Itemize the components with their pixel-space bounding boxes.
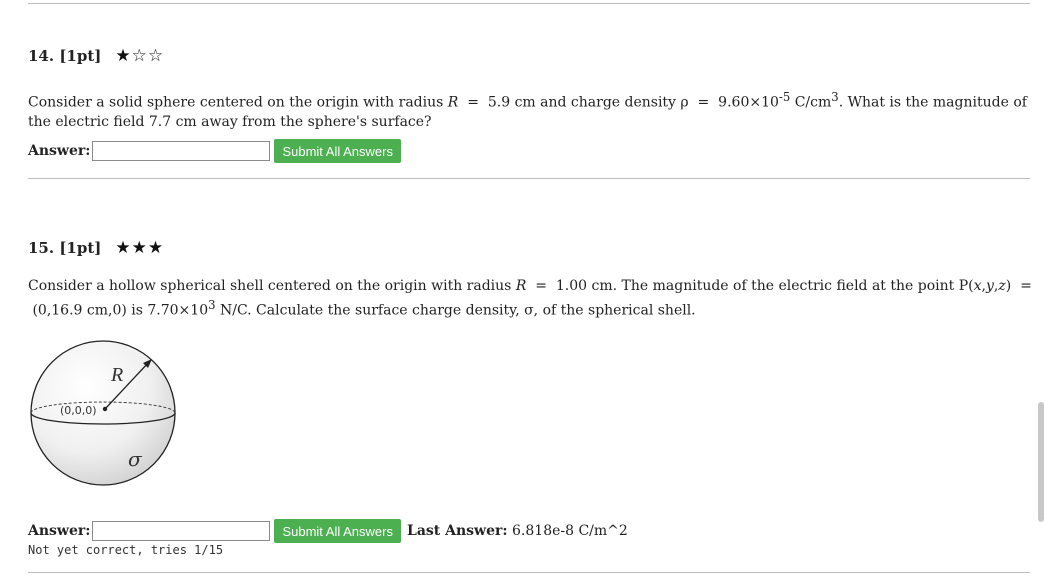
question-15-text: Consider a hollow spherical shell center… [28, 278, 1032, 319]
difficulty-stars: ★★★ [115, 238, 164, 258]
answer-label: Answer: [28, 523, 91, 539]
page-scrollbar[interactable] [1038, 402, 1044, 522]
radius-label: R [110, 364, 123, 386]
star-filled-icon: ★★★ [115, 238, 165, 258]
answer-input[interactable] [92, 141, 271, 161]
last-answer: Last Answer: 6.818e-8 C/m^2 [407, 523, 628, 539]
sigma-label: σ [128, 447, 143, 471]
question-15-number: 15. [1pt] [28, 239, 102, 257]
sphere-shell [30, 340, 176, 486]
bottom-divider [28, 572, 1030, 573]
spherical-shell-diagram: R (0,0,0) σ [30, 340, 176, 486]
question-15-answer-row: Answer: Submit All Answers Last Answer: … [28, 519, 628, 543]
submit-all-answers-button[interactable]: Submit All Answers [274, 519, 401, 543]
question-divider [28, 178, 1030, 179]
question-14-title: 14. [1pt] ★☆☆ [28, 46, 164, 66]
top-divider [28, 3, 1030, 4]
answer-label: Answer: [28, 143, 91, 159]
star-filled-icon: ★ [115, 46, 132, 66]
question-14-number: 14. [1pt] [28, 47, 102, 65]
last-answer-label: Last Answer: [406, 523, 508, 539]
answer-input[interactable] [92, 521, 271, 541]
question-14-answer-row: Answer: Submit All Answers [28, 139, 401, 163]
origin-label: (0,0,0) [60, 404, 97, 417]
origin-point [102, 406, 108, 412]
last-answer-value: 6.818e-8 C/m^2 [512, 523, 628, 539]
attempt-status: Not yet correct, tries 1/15 [28, 543, 224, 557]
submit-all-answers-button[interactable]: Submit All Answers [274, 139, 401, 163]
question-15-title: 15. [1pt] ★★★ [28, 238, 164, 258]
star-empty-icon: ☆☆ [131, 46, 165, 66]
difficulty-stars: ★☆☆ [115, 46, 164, 66]
question-14-text: Consider a solid sphere centered on the … [28, 90, 1027, 130]
